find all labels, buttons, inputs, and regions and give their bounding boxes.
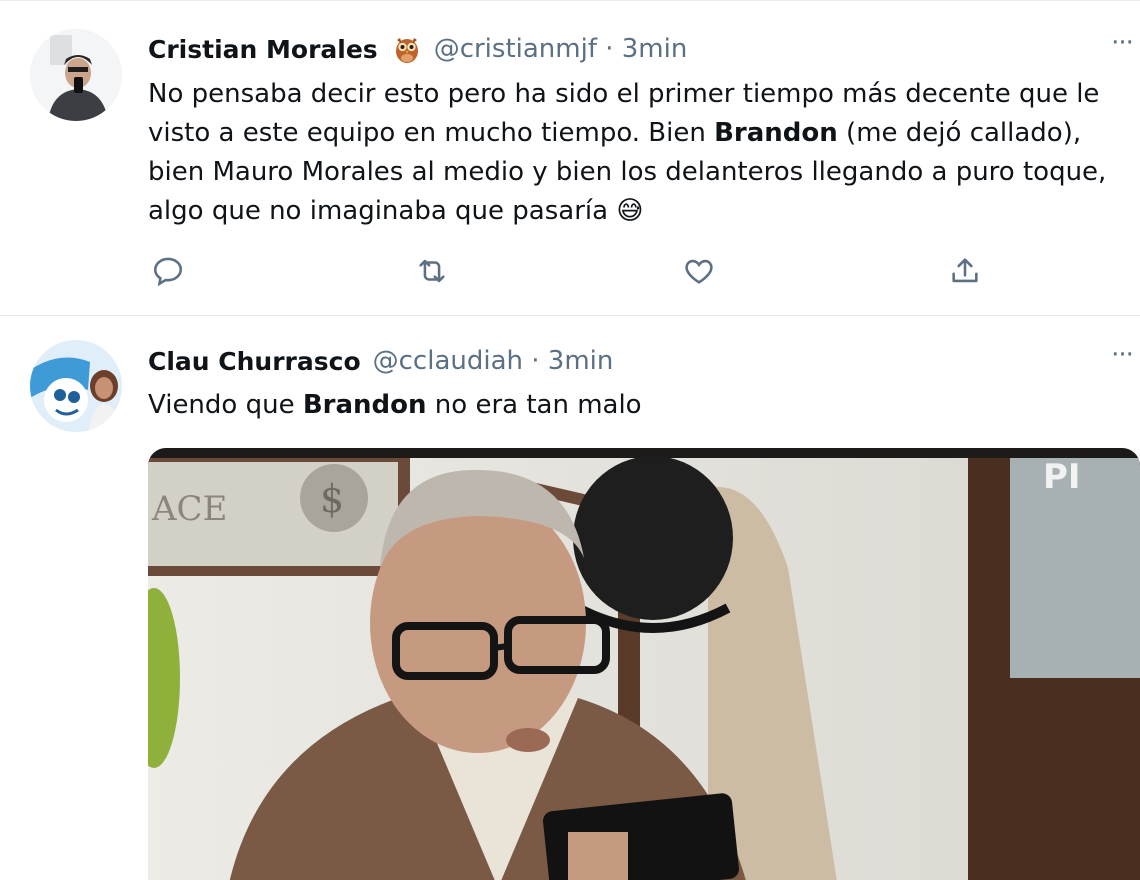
tweet-text: Viendo que Brandon no era tan malo bbox=[148, 386, 1138, 425]
tweet-text-bold: Brandon bbox=[302, 390, 427, 420]
retweet-icon[interactable] bbox=[412, 251, 452, 291]
svg-text:ACE: ACE bbox=[151, 489, 227, 529]
tweet-card[interactable]: Cristian Morales @cristianmjf · 3min ···… bbox=[0, 0, 1140, 316]
avatar[interactable] bbox=[30, 340, 122, 432]
author-name[interactable]: Clau Churrasco bbox=[148, 347, 361, 376]
author-name[interactable]: Cristian Morales bbox=[148, 35, 378, 64]
tweet-header: Cristian Morales @cristianmjf · 3min bbox=[148, 34, 687, 64]
svg-text:PI: PI bbox=[1043, 457, 1081, 497]
author-handle-time[interactable]: @cclaudiah · 3min bbox=[373, 346, 614, 376]
sweat-smile-emoji: 😅 bbox=[616, 196, 644, 226]
tweet-text-part: Viendo que bbox=[148, 390, 303, 420]
tweet-text-bold: Brandon bbox=[714, 118, 838, 148]
author-handle-time[interactable]: @cristianmjf · 3min bbox=[434, 34, 688, 64]
like-icon[interactable] bbox=[679, 251, 719, 291]
share-icon[interactable] bbox=[945, 251, 985, 291]
svg-text:$: $ bbox=[320, 477, 344, 521]
gif-frame: $ ACE PI bbox=[148, 448, 1140, 880]
tweet-text-part: no era tan malo bbox=[426, 390, 642, 420]
tweet-header: Clau Churrasco @cclaudiah · 3min bbox=[148, 346, 613, 376]
tweet-actions bbox=[148, 251, 1028, 295]
more-options-icon[interactable]: ··· bbox=[1104, 30, 1140, 63]
avatar-photo bbox=[30, 29, 122, 121]
owl-icon bbox=[392, 34, 422, 64]
avatar[interactable] bbox=[30, 29, 122, 121]
avatar-photo bbox=[30, 340, 122, 432]
tweet-card[interactable]: Clau Churrasco @cclaudiah · 3min ··· Vie… bbox=[0, 316, 1140, 880]
more-options-icon[interactable]: ··· bbox=[1104, 342, 1140, 375]
reply-icon[interactable] bbox=[148, 251, 188, 291]
tweet-media-gif[interactable]: $ ACE PI bbox=[148, 448, 1140, 880]
tweet-text: No pensaba decir esto pero ha sido el pr… bbox=[148, 75, 1138, 231]
